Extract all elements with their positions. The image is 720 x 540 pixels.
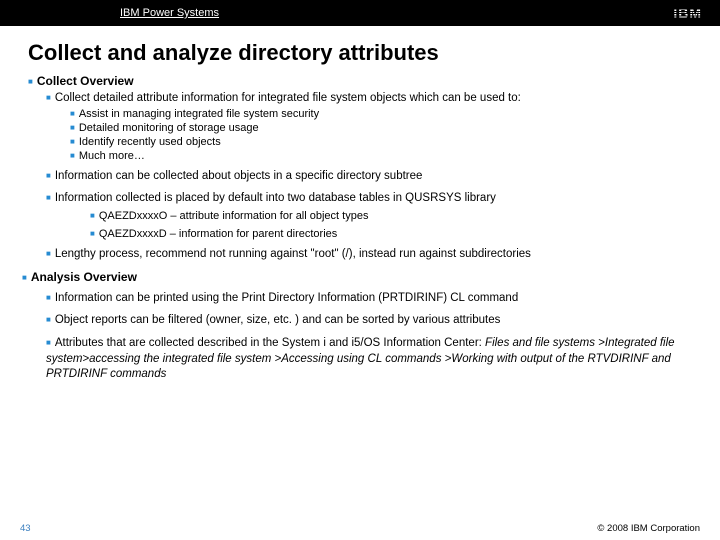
bullet-more: ■Much more…: [70, 150, 692, 162]
bullet-icon: ■: [46, 250, 51, 258]
section-analysis-heading: ■Analysis Overview: [22, 270, 692, 284]
bullet-icon: ■: [90, 230, 95, 238]
bullet-icon: ■: [46, 316, 51, 324]
bullet-identify: ■Identify recently used objects: [70, 136, 692, 148]
page-title: Collect and analyze directory attributes: [28, 40, 692, 66]
bullet-icon: ■: [90, 212, 95, 220]
bullet-table-d: ■QAEZDxxxxD – information for parent dir…: [90, 228, 692, 240]
bullet-placed: ■Information collected is placed by defa…: [46, 192, 692, 204]
bullet-printed: ■Information can be printed using the Pr…: [46, 292, 692, 304]
ibm-logo-text: IBM: [673, 5, 702, 21]
bullet-subtree: ■Information can be collected about obje…: [46, 170, 692, 182]
attrs-text-a: Attributes that are collected described …: [55, 337, 485, 349]
bullet-icon: ■: [46, 172, 51, 180]
bullet-icon: ■: [70, 124, 75, 132]
bullet-attributes: ■ Attributes that are collected described…: [46, 336, 692, 383]
copyright: © 2008 IBM Corporation: [597, 523, 700, 534]
bullet-icon: ■: [28, 78, 33, 86]
slide-content: Collect and analyze directory attributes…: [0, 26, 720, 383]
bullet-collect-detailed: ■Collect detailed attribute information …: [46, 92, 692, 104]
bullet-assist: ■Assist in managing integrated file syst…: [70, 108, 692, 120]
footer: 43 © 2008 IBM Corporation: [0, 523, 720, 534]
bullet-icon: ■: [22, 274, 27, 282]
bullet-icon: ■: [46, 94, 51, 102]
bullet-icon: ■: [46, 339, 51, 347]
bullet-monitoring: ■Detailed monitoring of storage usage: [70, 122, 692, 134]
bullet-icon: ■: [46, 294, 51, 302]
bullet-icon: ■: [70, 152, 75, 160]
bullet-icon: ■: [70, 138, 75, 146]
bullet-icon: ■: [46, 194, 51, 202]
section-collect-heading: ■Collect Overview: [28, 74, 692, 88]
ibm-logo: IBM: [673, 5, 702, 21]
bullet-lengthy: ■Lengthy process, recommend not running …: [46, 248, 692, 260]
bullet-icon: ■: [70, 110, 75, 118]
header-title: IBM Power Systems: [120, 7, 219, 19]
bullet-table-o: ■QAEZDxxxxO – attribute information for …: [90, 210, 692, 222]
page-number: 43: [20, 523, 31, 534]
bullet-filtered: ■Object reports can be filtered (owner, …: [46, 314, 692, 326]
header-bar: IBM Power Systems IBM: [0, 0, 720, 26]
